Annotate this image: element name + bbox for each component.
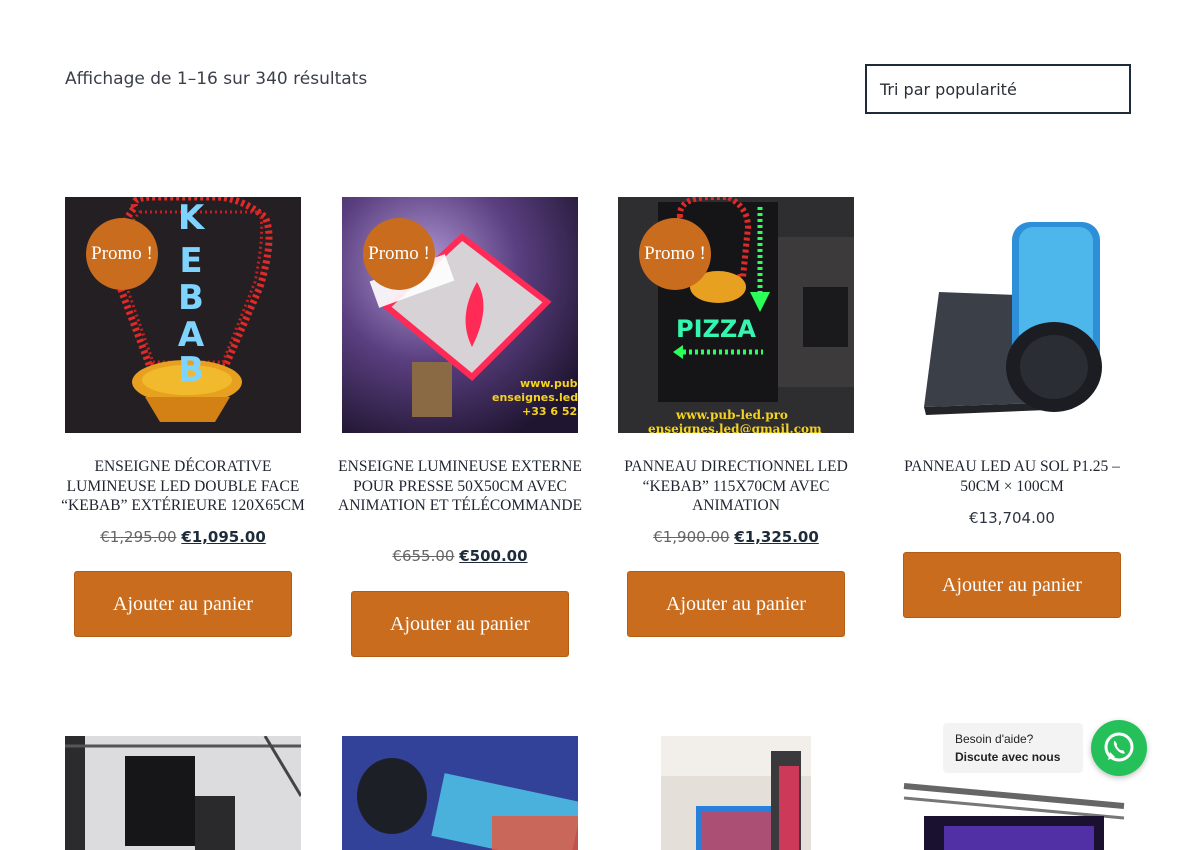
svg-text:+33 6 52: +33 6 52 (522, 405, 577, 418)
product-price: €1,295.00 €1,095.00 (65, 528, 301, 546)
product-image[interactable] (661, 736, 811, 850)
svg-text:enseignes.led: enseignes.led (492, 391, 578, 404)
product-price: €655.00 €500.00 (342, 547, 578, 565)
svg-text:PIZZA: PIZZA (676, 315, 756, 343)
add-to-cart-button[interactable]: Ajouter au panier (627, 571, 845, 637)
sort-select[interactable]: Tri par popularité (865, 64, 1131, 114)
product-image[interactable] (342, 736, 578, 850)
old-price: €1,295.00 (100, 528, 177, 546)
svg-text:www.pub-: www.pub- (520, 377, 578, 390)
regular-price: €13,704.00 (969, 509, 1055, 527)
svg-text:www.pub-led.pro: www.pub-led.pro (675, 408, 788, 422)
result-count: Affichage de 1–16 sur 340 résultats (65, 69, 368, 89)
product-price: €1,900.00 €1,325.00 (618, 528, 854, 546)
product-image[interactable]: K E B A B Promo ! (65, 197, 301, 433)
product-title[interactable]: PANNEAU LED AU SOL P1.25 – 50cm × 100cm (888, 457, 1136, 496)
product-image[interactable] (65, 736, 301, 850)
svg-text:enseignes.led@gmail.com: enseignes.led@gmail.com (648, 422, 822, 433)
svg-text:B: B (178, 278, 204, 318)
old-price: €655.00 (392, 547, 455, 565)
old-price: €1,900.00 (653, 528, 730, 546)
product-title[interactable]: PANNEAU DIRECTIONNEL LED “KEBAB” 115X70c… (612, 457, 860, 516)
product-title[interactable]: ENSEIGNE DÉCORATIVE LUMINEUSE LED DOUBLE… (59, 457, 307, 516)
product-title[interactable]: ENSEIGNE LUMINEUSE EXTERNE POUR PRESSE 5… (336, 457, 584, 516)
whatsapp-icon (1104, 732, 1134, 762)
whatsapp-button[interactable] (1091, 720, 1147, 776)
svg-text:B: B (178, 350, 204, 390)
promo-badge: Promo ! (639, 218, 711, 290)
sale-price: €1,325.00 (734, 528, 819, 546)
sale-price: €500.00 (459, 547, 528, 565)
product-image[interactable] (894, 197, 1130, 433)
product-image[interactable]: PIZZA www.pub-led.pro enseignes.led@gmai… (618, 197, 854, 433)
product-image[interactable]: www.pub- enseignes.led +33 6 52 Promo ! (342, 197, 578, 433)
svg-text:E: E (179, 241, 202, 281)
sale-price: €1,095.00 (181, 528, 266, 546)
promo-badge: Promo ! (86, 218, 158, 290)
add-to-cart-button[interactable]: Ajouter au panier (74, 571, 292, 637)
svg-text:K: K (178, 198, 206, 238)
add-to-cart-button[interactable]: Ajouter au panier (903, 552, 1121, 618)
svg-text:A: A (178, 315, 205, 355)
whatsapp-tooltip[interactable]: Besoin d'aide? Discute avec nous (943, 723, 1083, 773)
whatsapp-tooltip-line2: Discute avec nous (955, 750, 1061, 764)
whatsapp-tooltip-line1: Besoin d'aide? (955, 732, 1034, 746)
add-to-cart-button[interactable]: Ajouter au panier (351, 591, 569, 657)
promo-badge: Promo ! (363, 218, 435, 290)
product-price: €13,704.00 (894, 509, 1130, 527)
